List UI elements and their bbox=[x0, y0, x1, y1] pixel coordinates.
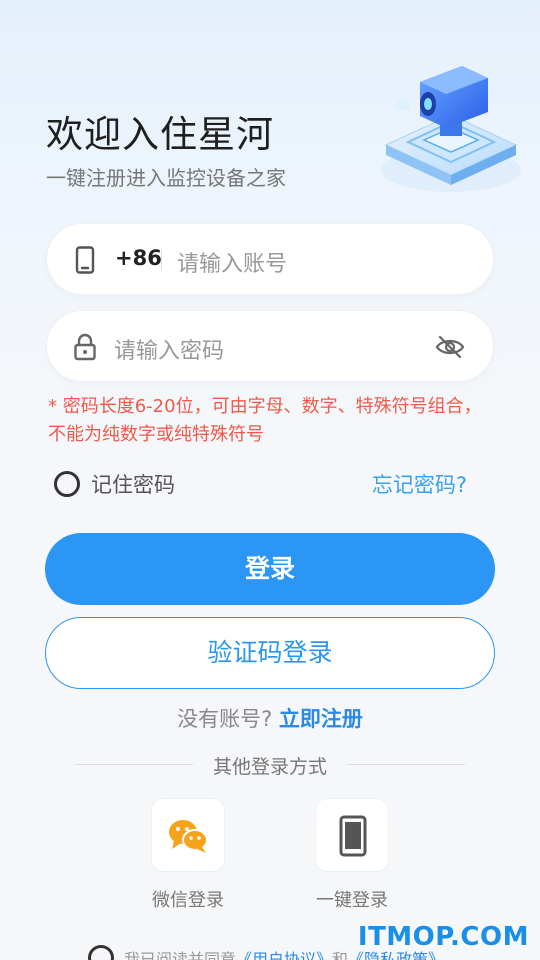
lock-icon bbox=[74, 333, 96, 361]
security-camera-illustration bbox=[381, 66, 521, 192]
agreement-prefix: 我已阅读并同意 bbox=[124, 950, 237, 960]
eye-off-icon[interactable] bbox=[435, 334, 465, 360]
other-login-title: 其他登录方式 bbox=[212, 756, 327, 778]
login-button[interactable]: 登录 bbox=[45, 533, 495, 605]
register-row: 没有账号? 立即注册 bbox=[0, 703, 540, 733]
forgot-password-link[interactable]: 忘记密码? bbox=[372, 469, 467, 499]
password-input[interactable]: 请输入密码 bbox=[114, 333, 224, 365]
divider-right bbox=[347, 764, 465, 765]
divider bbox=[161, 249, 162, 271]
phone-icon bbox=[339, 815, 367, 857]
user-agreement-link[interactable]: 《用户协议》 bbox=[236, 946, 332, 960]
agreement-and: 和 bbox=[332, 950, 349, 960]
sms-login-button[interactable]: 验证码登录 bbox=[45, 617, 495, 689]
one-key-login-button[interactable] bbox=[315, 798, 389, 872]
remember-label: 记住密码 bbox=[91, 473, 175, 497]
wechat-login-button[interactable] bbox=[151, 798, 225, 872]
country-code[interactable]: +86 bbox=[115, 246, 162, 270]
password-field[interactable]: 请输入密码 bbox=[46, 310, 494, 382]
wechat-login-label: 微信登录 bbox=[152, 890, 224, 911]
wechat-icon bbox=[169, 820, 208, 853]
phone-field[interactable]: +86 请输入账号 bbox=[46, 223, 494, 295]
remember-radio[interactable] bbox=[54, 471, 80, 497]
remember-password-toggle[interactable]: 记住密码 bbox=[54, 469, 175, 499]
other-login-divider: 其他登录方式 bbox=[75, 752, 465, 778]
register-link[interactable]: 立即注册 bbox=[279, 707, 363, 731]
account-input[interactable]: 请输入账号 bbox=[177, 246, 287, 278]
welcome-subtitle: 一键注册进入监控设备之家 bbox=[46, 166, 286, 190]
welcome-title: 欢迎入住星河 bbox=[46, 113, 274, 156]
one-key-login-label: 一键登录 bbox=[316, 890, 388, 911]
no-account-text: 没有账号? bbox=[177, 707, 273, 731]
watermark: ITMOP.COM bbox=[357, 922, 529, 952]
password-rule-hint: * 密码长度6-20位，可由字母、数字、特殊符号组合，不能为纯数字或纯特殊符号 bbox=[48, 396, 482, 445]
agreement-radio[interactable] bbox=[88, 945, 114, 960]
phone-icon bbox=[75, 246, 95, 274]
